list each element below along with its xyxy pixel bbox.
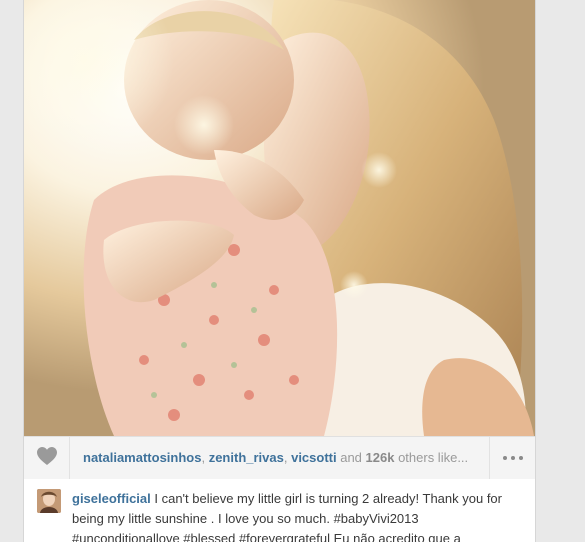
caption-text-block: giseleofficial I can't believe my little…	[72, 489, 518, 542]
more-options-button[interactable]	[489, 437, 535, 479]
avatar[interactable]	[37, 489, 61, 513]
likes-count[interactable]: 126k	[366, 450, 395, 465]
liker-separator: ,	[283, 450, 292, 465]
post-caption: giseleofficial I can't believe my little…	[24, 479, 535, 542]
caption-username[interactable]: giseleofficial	[72, 491, 151, 506]
post-card: nataliamattosinhos, zenith_rivas, vicsot…	[24, 0, 535, 542]
feed-page: nataliamattosinhos, zenith_rivas, vicsot…	[0, 0, 585, 542]
post-photo-image	[24, 0, 535, 436]
liker-link[interactable]: zenith_rivas	[209, 450, 284, 465]
likers-and-text: and	[336, 450, 366, 465]
more-dots-icon	[501, 456, 525, 460]
liker-link[interactable]: nataliamattosinhos	[83, 450, 201, 465]
likes-bar: nataliamattosinhos, zenith_rivas, vicsot…	[24, 436, 535, 480]
post-photo[interactable]	[24, 0, 535, 436]
likers-summary: nataliamattosinhos, zenith_rivas, vicsot…	[70, 437, 489, 479]
like-button[interactable]	[24, 437, 70, 479]
heart-icon	[36, 446, 58, 471]
likes-suffix: others like...	[394, 450, 469, 465]
liker-link[interactable]: vicsotti	[291, 450, 337, 465]
liker-separator: ,	[201, 450, 209, 465]
